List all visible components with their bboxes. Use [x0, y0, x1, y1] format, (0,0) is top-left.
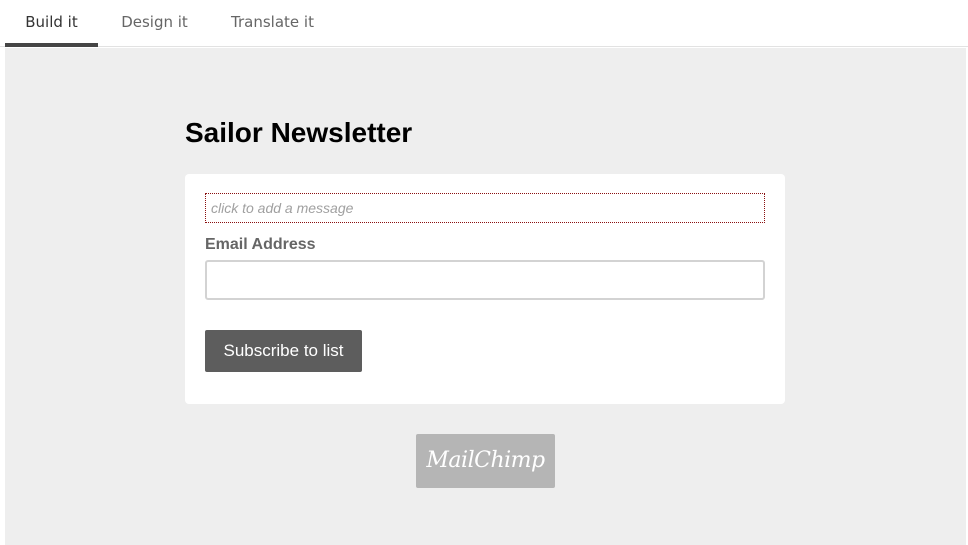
mailchimp-logo: MailChimp [426, 448, 545, 473]
tab-design-it[interactable]: Design it [107, 0, 202, 47]
tab-bar: Build it Design it Translate it [0, 0, 968, 47]
tab-translate-it[interactable]: Translate it [216, 0, 329, 47]
mailchimp-logo-badge[interactable]: MailChimp [416, 434, 555, 488]
email-address-input[interactable] [205, 260, 765, 300]
email-address-label[interactable]: Email Address [205, 234, 316, 256]
tab-build-it[interactable]: Build it [5, 0, 98, 47]
subscribe-button[interactable]: Subscribe to list [205, 330, 362, 372]
form-message-field[interactable]: click to add a message [205, 193, 765, 223]
form-title[interactable]: Sailor Newsletter [185, 114, 412, 152]
